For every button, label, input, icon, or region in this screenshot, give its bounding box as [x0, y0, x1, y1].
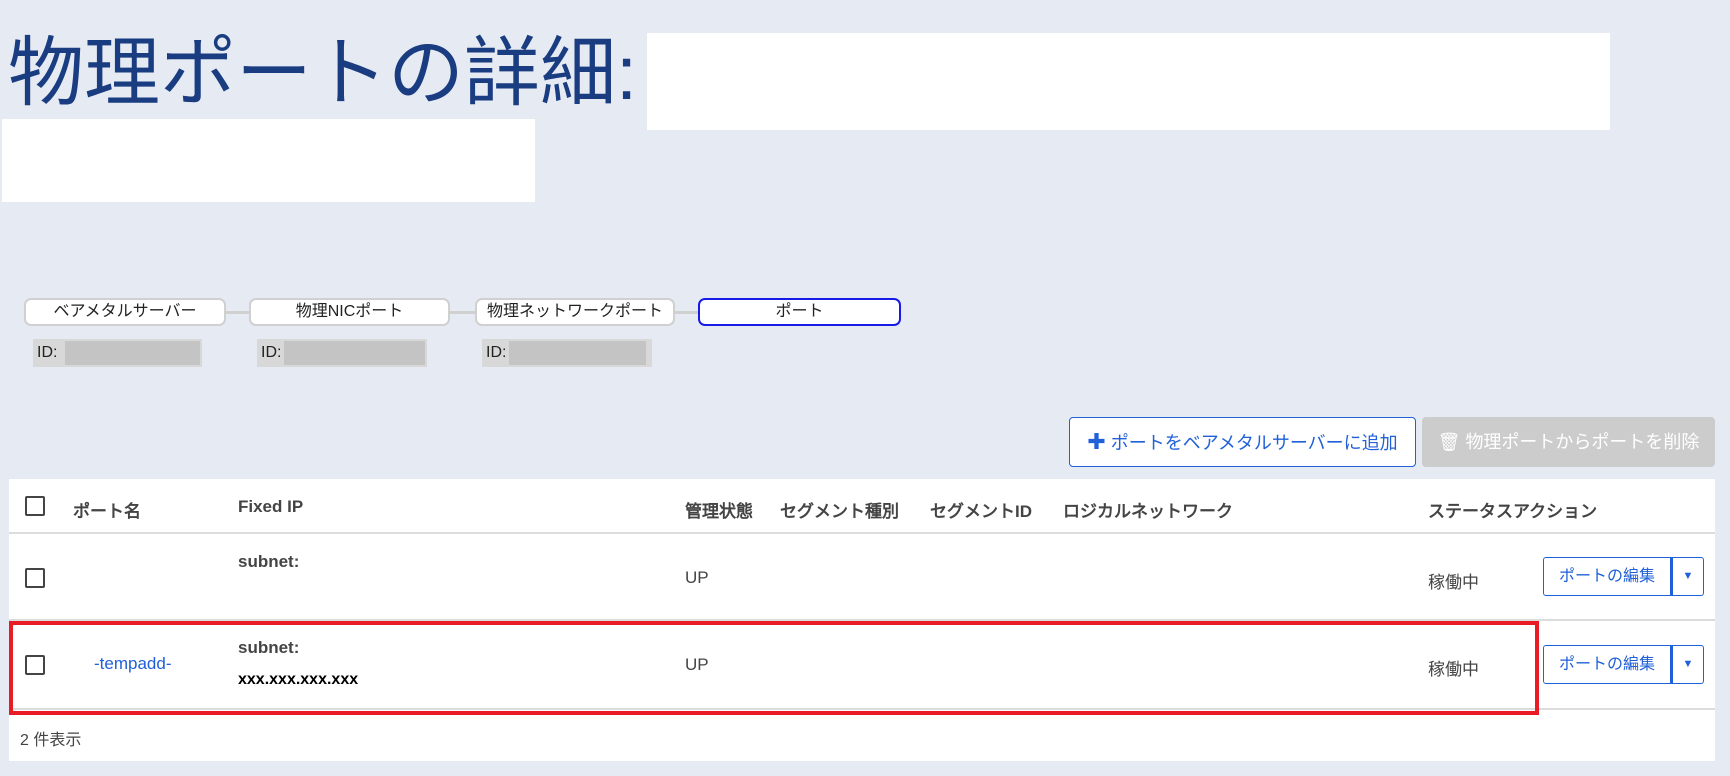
- redacted-title-part: [647, 33, 1610, 130]
- add-port-label: ポートをベアメタルサーバーに追加: [1110, 433, 1398, 453]
- col-status[interactable]: ステータス: [1428, 497, 1513, 522]
- redacted-id: [509, 341, 646, 365]
- action-dropdown-caret-icon[interactable]: ▼: [1671, 645, 1704, 684]
- add-port-to-baremetal-button[interactable]: ✚ ポートをベアメタルサーバーに追加: [1069, 417, 1416, 467]
- page-title: 物理ポートの詳細:: [8, 31, 638, 116]
- breadcrumb-physical-network-port[interactable]: 物理ネットワークポート: [475, 298, 675, 326]
- breadcrumb-port[interactable]: ポート: [698, 298, 901, 326]
- highlight-box: [9, 621, 1539, 715]
- edit-port-button[interactable]: ポートの編集: [1543, 645, 1671, 684]
- breadcrumb-physical-nic-port[interactable]: 物理NICポート: [249, 298, 450, 326]
- redacted-id: [284, 341, 425, 365]
- breadcrumb-baremetal-server[interactable]: ベアメタルサーバー: [24, 298, 226, 326]
- edit-port-button[interactable]: ポートの編集: [1543, 557, 1671, 596]
- action-dropdown-caret-icon[interactable]: ▼: [1671, 557, 1704, 596]
- physical-network-port-id: ID:: [482, 339, 652, 367]
- row-count: 2 件表示: [20, 732, 82, 749]
- delete-port-button[interactable]: 🗑 物理ポートからポートを削除: [1422, 417, 1715, 467]
- col-action: アクション: [1513, 502, 1598, 521]
- divider: [9, 532, 1715, 534]
- col-port-name[interactable]: ポート名: [73, 497, 141, 522]
- col-admin-state[interactable]: 管理状態: [685, 497, 753, 522]
- breadcrumb-connector: [675, 311, 698, 314]
- col-segment-type[interactable]: セグメント種別: [780, 497, 899, 522]
- delete-port-label: 物理ポートからポートを削除: [1465, 432, 1700, 452]
- physical-nic-port-id: ID:: [257, 339, 427, 367]
- col-logical-network[interactable]: ロジカルネットワーク: [1063, 497, 1233, 522]
- fixed-ip-subnet-label: subnet:: [238, 552, 300, 571]
- id-label: ID:: [486, 344, 507, 361]
- status: 稼働中: [1428, 573, 1479, 592]
- id-label: ID:: [261, 344, 282, 361]
- plus-icon: ✚: [1087, 429, 1106, 454]
- col-fixed-ip[interactable]: Fixed IP: [238, 497, 303, 517]
- breadcrumb-connector: [450, 311, 475, 314]
- admin-state: UP: [685, 568, 709, 587]
- baremetal-server-id: ID:: [33, 339, 202, 367]
- breadcrumb-connector: [226, 311, 249, 314]
- trash-icon: 🗑: [1437, 432, 1461, 452]
- redacted-id: [65, 341, 200, 365]
- row-checkbox[interactable]: [25, 568, 45, 588]
- id-label: ID:: [37, 344, 58, 361]
- col-segment-id[interactable]: セグメントID: [930, 497, 1032, 522]
- redacted-title-part: [2, 119, 535, 202]
- select-all-checkbox[interactable]: [25, 496, 45, 516]
